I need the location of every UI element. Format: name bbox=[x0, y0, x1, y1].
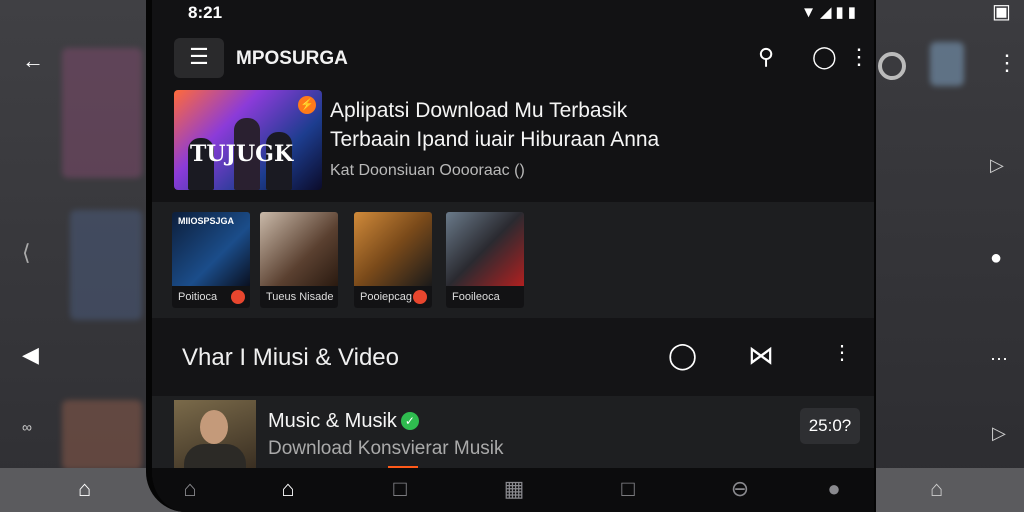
nav-profile-icon[interactable]: ● bbox=[814, 476, 854, 502]
next-outline-icon[interactable]: ▷ bbox=[992, 424, 1006, 442]
thumbnail-image bbox=[260, 212, 338, 286]
camera-icon[interactable]: ● bbox=[990, 248, 1002, 268]
badge-icon: ⚡ bbox=[298, 96, 316, 114]
phone-screen: 8:21 ▼◢▮▮ ☰ MPOSURGA ⚲ ◯ ⋮ TUJUGK ⚡ Apli… bbox=[146, 0, 876, 512]
more-horizontal-icon[interactable]: ⋯ bbox=[990, 350, 1008, 368]
right-background-panel: ▣ ⋮ ▷ ● ⋯ ▷ bbox=[872, 0, 1024, 512]
thumbnail-card[interactable]: Fooileoca bbox=[446, 212, 524, 308]
status-bar: 8:21 ▼◢▮▮ bbox=[152, 0, 874, 26]
thumbnail-caption: Fooileoca bbox=[446, 286, 524, 308]
blurred-thumbnail bbox=[70, 210, 142, 320]
home-icon[interactable]: ⌂ bbox=[78, 478, 91, 500]
play-outline-icon[interactable]: ▷ bbox=[990, 156, 1004, 174]
featured-text: Aplipatsi Download Mu Terbasik Terbaain … bbox=[330, 96, 870, 180]
thumbnail-caption: Tueus Nisade bbox=[260, 286, 338, 308]
back-arrow-icon[interactable]: ← bbox=[22, 50, 44, 72]
duration-badge: 25:0? bbox=[800, 408, 860, 444]
featured-poster[interactable]: TUJUGK ⚡ bbox=[174, 90, 322, 190]
nav-music-icon[interactable]: ⊖ bbox=[720, 476, 760, 502]
screen: ← ⟨ ◀ ∞ ▣ ⋮ ▷ ● ⋯ ▷ ⌂ ⌂ 8:21 ▼◢▮▮ ☰ MPOS… bbox=[0, 0, 1024, 512]
list-item[interactable]: Music & Musik ✓ Download Konsvierar Musik… bbox=[152, 396, 874, 468]
thumbnail-card[interactable]: Pooiepcag bbox=[354, 212, 432, 308]
nav-grid-icon[interactable]: ▦ bbox=[494, 476, 534, 502]
badge-icon bbox=[231, 290, 245, 304]
section-title: Vhar I Miusi & Video bbox=[182, 344, 399, 371]
thumbnail-tag: MIIOSPSJGA bbox=[178, 216, 235, 226]
thumbnail-face bbox=[200, 410, 228, 444]
blurred-thumbnail bbox=[62, 400, 142, 470]
verified-icon: ✓ bbox=[400, 412, 419, 430]
blurred-thumbnail bbox=[62, 48, 142, 178]
bottom-navigation: ⌂ ⌂ □ ▦ □ ⊖ ● bbox=[152, 468, 874, 512]
more-vertical-icon[interactable]: ⋮ bbox=[848, 44, 870, 70]
left-background-panel: ← ⟨ ◀ ∞ bbox=[0, 0, 150, 512]
featured-card[interactable]: TUJUGK ⚡ Aplipatsi Download Mu Terbasik … bbox=[174, 90, 874, 196]
list-item-thumbnail bbox=[174, 400, 256, 468]
link-icon[interactable]: ∞ bbox=[22, 420, 32, 434]
nav-library-icon[interactable]: □ bbox=[380, 476, 420, 502]
nav-home-icon[interactable]: ⌂ bbox=[170, 476, 210, 502]
thumbnail-image bbox=[354, 212, 432, 286]
volume-icon[interactable]: ◀ bbox=[22, 344, 39, 366]
list-item-title-text: Music & Musik bbox=[268, 410, 397, 432]
chevron-left-icon[interactable]: ⟨ bbox=[22, 242, 31, 264]
app-bar: ☰ MPOSURGA ⚲ ◯ ⋮ bbox=[152, 38, 874, 82]
more-vertical-icon[interactable]: ⋮ bbox=[996, 52, 1018, 74]
badge-icon bbox=[413, 290, 427, 304]
featured-line-2: Terbaain Ipand iuair Hiburaan Anna bbox=[330, 128, 660, 151]
thumbnail-row: MIIOSPSJGA Poitioca Tueus Nisade Pooiepc… bbox=[152, 202, 874, 318]
nav-share-icon[interactable]: □ bbox=[608, 476, 648, 502]
featured-line-3: Kat Doonsiuan Ooooraac () bbox=[330, 162, 525, 179]
circle-icon[interactable] bbox=[878, 52, 906, 80]
blurred-thumbnail bbox=[930, 42, 964, 86]
home-outline-icon[interactable]: ⌂ bbox=[930, 478, 943, 500]
bowtie-icon[interactable]: ⋈ bbox=[748, 340, 774, 371]
list-item-title: Music & Musik ✓ bbox=[268, 410, 419, 433]
thumbnail-card[interactable]: Tueus Nisade bbox=[260, 212, 338, 308]
featured-line-1: Aplipatsi Download Mu Terbasik bbox=[330, 99, 628, 122]
app-title: MPOSURGA bbox=[236, 48, 348, 69]
nav-explore-icon[interactable]: ⌂ bbox=[268, 476, 308, 502]
chat-icon[interactable]: ◯ bbox=[668, 340, 697, 371]
thumbnail-card[interactable]: MIIOSPSJGA Poitioca bbox=[172, 212, 250, 308]
status-icons: ▼◢▮▮ bbox=[801, 4, 860, 21]
more-vertical-icon[interactable]: ⋮ bbox=[832, 340, 852, 365]
poster-title: TUJUGK bbox=[190, 141, 294, 167]
thumbnail-image bbox=[446, 212, 524, 286]
status-time: 8:21 bbox=[188, 3, 223, 22]
hamburger-icon[interactable]: ☰ bbox=[174, 38, 224, 78]
list-item-subtitle: Download Konsvierar Musik bbox=[268, 438, 504, 459]
search-icon[interactable]: ⚲ bbox=[758, 44, 774, 70]
section-header: Vhar I Miusi & Video ◯ ⋈ ⋮ bbox=[152, 318, 874, 396]
chat-search-icon[interactable]: ◯ bbox=[812, 44, 837, 70]
thumbnail-body bbox=[184, 444, 246, 468]
window-icon[interactable]: ▣ bbox=[992, 2, 1011, 22]
